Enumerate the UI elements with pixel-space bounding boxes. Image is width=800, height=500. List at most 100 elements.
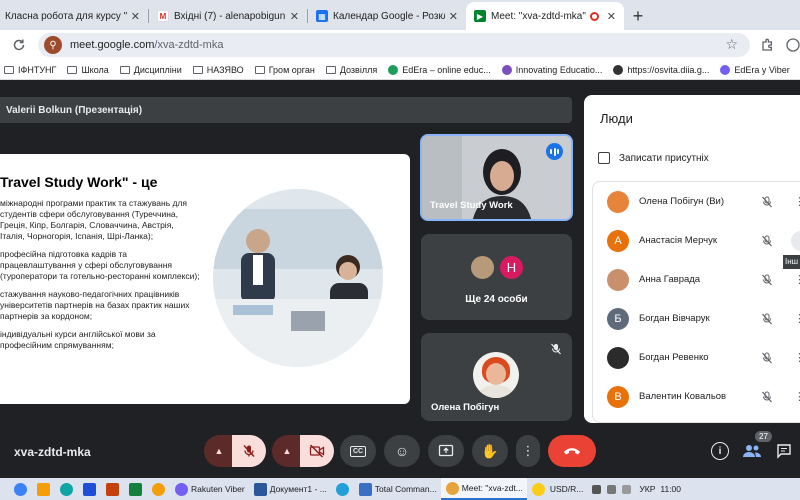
close-tab-icon[interactable]: ✕ [607, 10, 616, 23]
calendar-icon: ▦ [316, 10, 328, 22]
taskbar-app-active[interactable]: Meet: "xva-zdt... [440, 478, 527, 500]
excel-icon[interactable] [129, 482, 142, 496]
taskbar-app-label: Документ1 - ... [269, 484, 327, 494]
chrome-icon[interactable] [152, 482, 165, 496]
bookmark-folder[interactable]: Дозвілля [325, 65, 377, 75]
audio-options-button[interactable]: ▲ [204, 435, 234, 467]
pinned-app-icon[interactable] [14, 482, 27, 496]
folder-icon [67, 65, 78, 74]
more-options-icon[interactable]: ⋮ [794, 195, 800, 208]
tab-classroom[interactable]: Класна робота для курсу "Гео ✕ [0, 2, 148, 30]
participant-name: Богдан Вівчарук [639, 313, 710, 324]
camera-toggle-button[interactable] [300, 435, 334, 467]
bookmark-folder[interactable]: Дисципліни [119, 65, 182, 75]
captions-button[interactable]: CC [340, 435, 376, 467]
tray-icon[interactable] [592, 484, 602, 494]
taskbar-app[interactable]: Rakuten Viber [170, 478, 249, 500]
tray-icon[interactable] [622, 484, 632, 494]
meet-icon: ▶ [474, 10, 486, 22]
chrome-icon [445, 481, 459, 495]
telegram-icon[interactable] [335, 482, 349, 496]
powerpoint-icon[interactable] [106, 482, 119, 496]
bookmark-link[interactable]: EdEra у Viber [720, 64, 790, 75]
bookmark-folder[interactable]: Гром орган [254, 65, 315, 75]
taskbar-app-label: Total Comman... [374, 484, 437, 494]
hang-up-icon [564, 448, 580, 455]
close-tab-icon[interactable]: ✕ [449, 10, 458, 23]
edge-icon[interactable] [60, 482, 73, 496]
participant-name: Олена Побігун (Ви) [639, 196, 725, 207]
keyboard-layout[interactable]: УКР [639, 484, 655, 494]
meeting-details-button[interactable]: i [711, 442, 729, 460]
active-speaker-tile[interactable]: Travel Study Work [420, 134, 573, 221]
more-options-icon[interactable]: ⋮ [794, 312, 800, 325]
participant-row[interactable]: А Анастасія Мерчук ⋮ [593, 221, 800, 260]
tab-meet[interactable]: ▶ Meet: "xva-zdtd-mka" ✕ [466, 2, 624, 30]
tab-title: Календар Google - Розклад по [333, 10, 445, 22]
tab-title: Класна робота для курсу "Гео [5, 10, 127, 22]
captions-icon: CC [349, 445, 367, 457]
participant-row[interactable]: Олена Побігун (Ви) ⋮ [593, 182, 800, 221]
gmail-icon: M [157, 10, 169, 22]
taskbar-app[interactable]: Документ1 - ... [249, 478, 331, 500]
speaker-name: Travel Study Work [430, 200, 513, 211]
extensions-button[interactable] [754, 32, 780, 58]
weather-icon[interactable] [531, 482, 545, 496]
participant-row[interactable]: Б Богдан Вівчарук ⋮ [593, 299, 800, 338]
currency-widget[interactable]: USD/R... [550, 484, 584, 494]
people-button[interactable] [742, 443, 762, 464]
close-tab-icon[interactable]: ✕ [131, 10, 140, 23]
bookmark-link[interactable]: https://osvita.diia.g... [613, 64, 709, 75]
more-options-icon[interactable]: ⋮ [794, 390, 800, 403]
more-vert-icon: ⋮ [521, 443, 535, 458]
profile-button[interactable] [780, 32, 800, 58]
more-options-icon[interactable]: ⋮ [794, 273, 800, 286]
record-attendance-button[interactable]: Записати присутніх [598, 152, 709, 164]
video-options-button[interactable]: ▲ [272, 435, 302, 467]
tab-gmail[interactable]: M Вхідні (7) - alenapobigun@gma ✕ [149, 2, 307, 30]
outlook-icon[interactable] [83, 482, 96, 496]
participant-avatar [607, 268, 629, 291]
participant-row[interactable]: Анна Гаврада ⋮ [593, 260, 800, 299]
bookmark-folder[interactable]: НАЗЯВО [192, 65, 244, 75]
mic-toggle-button[interactable] [232, 435, 266, 467]
chat-button[interactable] [776, 443, 792, 464]
bookmark-link[interactable]: Innovating Educatio... [501, 64, 602, 75]
more-options-button[interactable]: ⋮ [516, 435, 540, 467]
others-tile[interactable]: Н Ще 24 особи [421, 234, 572, 320]
more-options-button[interactable]: ⋮ [791, 230, 800, 251]
tray-icon[interactable] [607, 484, 617, 494]
slide-paragraph: міжнародні програми практик та стажувань… [0, 198, 188, 241]
reload-button[interactable] [6, 32, 32, 58]
people-panel: Люди Записати присутніх Олена Побігун (В… [584, 95, 800, 423]
meeting-controls: xva-zdtd-mka ▲ ▲ CC ☺ ✋ ⋮ i 27 [0, 431, 800, 473]
bookmark-folder[interactable]: Школа [67, 65, 109, 75]
participant-name: Анна Гаврада [639, 274, 701, 285]
participant-avatar [607, 190, 629, 213]
record-attendance-label: Записати присутніх [619, 152, 709, 164]
bookmark-folder[interactable]: ІФНТУНГ [4, 65, 56, 75]
address-bar[interactable]: ⚲ meet.google.com/xva-zdtd-mka ☆ [38, 33, 750, 57]
participant-row[interactable]: В Валентин Ковальов ⋮ [593, 377, 800, 416]
participant-avatar-photo [469, 254, 496, 281]
taskbar-app-label: Rakuten Viber [191, 484, 245, 494]
self-tile[interactable]: Олена Побігун [421, 333, 572, 421]
raise-hand-button[interactable]: ✋ [472, 435, 508, 467]
participant-row[interactable]: Богдан Ревенко ⋮ [593, 338, 800, 377]
close-tab-icon[interactable]: ✕ [290, 10, 299, 23]
taskbar-app[interactable]: Total Comman... [354, 478, 441, 500]
clock[interactable]: 11:00 [660, 484, 681, 494]
globe-icon [613, 64, 624, 75]
bookmark-star-icon[interactable]: ☆ [725, 36, 738, 53]
pinned-app-icon[interactable] [37, 482, 50, 496]
present-button[interactable] [428, 435, 464, 467]
participant-name: Валентин Ковальов [639, 391, 727, 402]
browser-tab-bar: Класна робота для курсу "Гео ✕ M Вхідні … [0, 0, 800, 30]
site-info-icon[interactable]: ⚲ [44, 36, 62, 54]
leave-call-button[interactable] [548, 435, 596, 467]
new-tab-button[interactable]: + [624, 2, 652, 30]
reactions-button[interactable]: ☺ [384, 435, 420, 467]
tab-calendar[interactable]: ▦ Календар Google - Розклад по ✕ [308, 2, 466, 30]
more-options-icon[interactable]: ⋮ [794, 351, 800, 364]
bookmark-link[interactable]: EdEra – online educ... [388, 64, 491, 75]
